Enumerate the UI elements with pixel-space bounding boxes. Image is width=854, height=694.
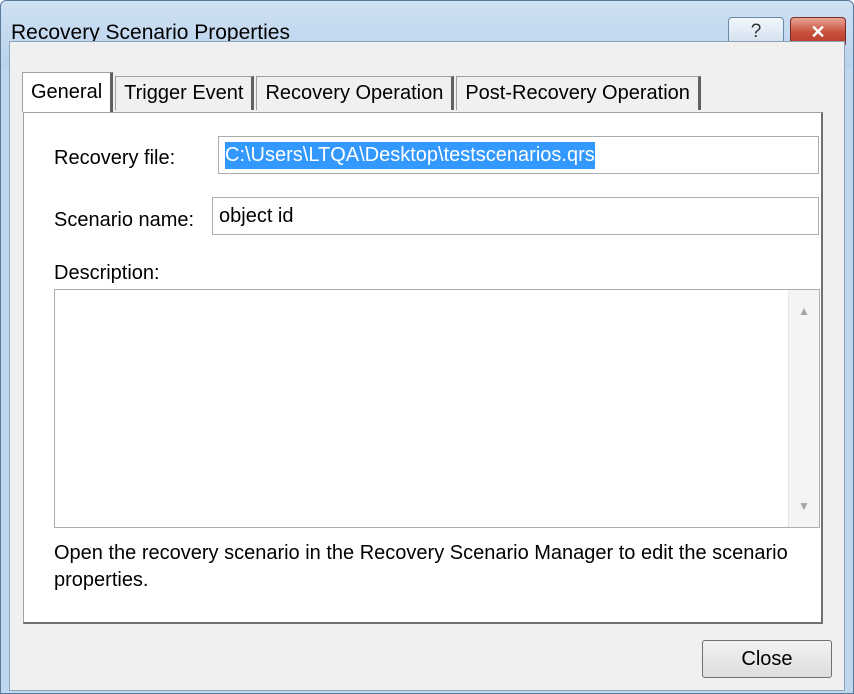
help-icon: ? (750, 21, 762, 42)
close-button[interactable]: Close (702, 640, 832, 678)
recovery-file-label: Recovery file: (54, 147, 176, 169)
tab-post-recovery-operation[interactable]: Post-Recovery Operation (456, 76, 701, 110)
tab-strip: General Trigger Event Recovery Operation… (22, 72, 703, 112)
recovery-file-field[interactable]: C:\Users\LTQA\Desktop\testscenarios.qrs (218, 136, 819, 174)
scroll-up-icon[interactable]: ▲ (789, 294, 819, 328)
description-scrollbar[interactable]: ▲ ▼ (788, 290, 819, 527)
tab-label: Post-Recovery Operation (465, 82, 690, 104)
description-label: Description: (54, 262, 160, 284)
tab-general[interactable]: General (22, 72, 114, 112)
tab-label: General (31, 81, 103, 103)
scenario-name-label: Scenario name: (54, 209, 195, 231)
scenario-name-value: object id (219, 204, 294, 227)
tab-trigger-event[interactable]: Trigger Event (115, 76, 255, 110)
tab-label: Trigger Event (124, 82, 244, 104)
tab-recovery-operation[interactable]: Recovery Operation (256, 76, 455, 110)
close-icon: ✕ (810, 21, 826, 42)
scroll-down-icon[interactable]: ▼ (789, 489, 819, 523)
close-button-label: Close (741, 647, 793, 670)
tab-label: Recovery Operation (265, 82, 444, 104)
info-note: Open the recovery scenario in the Recove… (54, 542, 788, 591)
scenario-name-field[interactable]: object id (212, 197, 819, 235)
recovery-file-value: C:\Users\LTQA\Desktop\testscenarios.qrs (225, 141, 595, 169)
description-textarea[interactable]: ▲ ▼ (54, 289, 820, 528)
